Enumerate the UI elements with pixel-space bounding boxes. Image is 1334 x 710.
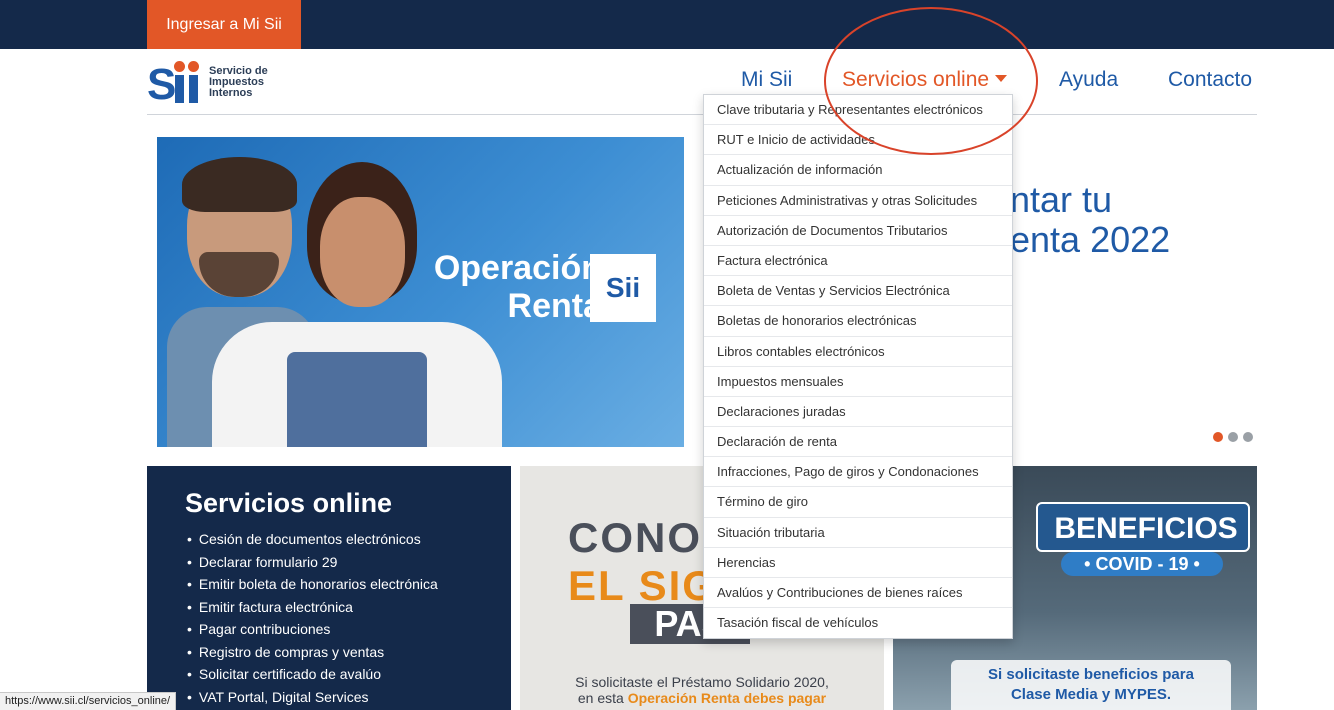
nav-servicios-online[interactable]: Servicios online <box>842 68 1008 92</box>
hero-side-line1: ntar tu <box>1010 179 1113 220</box>
status-bar-url: https://www.sii.cl/servicios_online/ <box>0 692 177 710</box>
mid-caption-highlight: Operación Renta debes pagar <box>627 690 827 706</box>
dropdown-item-factura[interactable]: Factura electrónica <box>704 246 1012 277</box>
servicios-list-item[interactable]: Registro de compras y ventas <box>187 641 438 664</box>
servicios-list-item[interactable]: VAT Portal, Digital Services <box>187 686 438 709</box>
sii-logo-mark: S <box>147 59 203 109</box>
beneficios-title: BENEFICIOS <box>1054 512 1238 545</box>
dropdown-item-situacion-tributaria[interactable]: Situación tributaria <box>704 518 1012 548</box>
dropdown-item-termino-giro[interactable]: Término de giro <box>704 487 1012 518</box>
nav-ayuda[interactable]: Ayuda <box>1059 68 1118 92</box>
mid-caption: Si solicitaste el Préstamo Solidario 202… <box>520 674 884 706</box>
caret-down-icon <box>995 74 1008 82</box>
dropdown-item-impuestos-mensuales[interactable]: Impuestos mensuales <box>704 367 1012 397</box>
logo-line2: Impuestos <box>209 75 265 88</box>
dropdown-item-boletas-honorarios[interactable]: Boletas de honorarios electrónicas <box>704 306 1012 337</box>
servicios-list: Cesión de documentos electrónicos Declar… <box>187 528 438 708</box>
nav-contacto[interactable]: Contacto <box>1168 68 1252 92</box>
logo-text: Servicio de Impuestos Internos <box>209 64 268 99</box>
dropdown-item-rut-inicio[interactable]: RUT e Inicio de actividades <box>704 125 1012 156</box>
dropdown-item-declaracion-renta[interactable]: Declaración de renta <box>704 427 1012 458</box>
logo-dot2 <box>188 61 199 72</box>
logo-i1 <box>175 75 184 103</box>
hero-badge-text: Sii <box>605 272 641 303</box>
carousel-dot-1[interactable] <box>1213 432 1223 442</box>
mid-caption-prefix: en esta <box>577 690 628 706</box>
servicios-panel-title: Servicios online <box>185 488 393 518</box>
hero-banner[interactable]: Operación Renta Sii <box>157 137 684 447</box>
logo-line1: Servicio de <box>209 64 268 77</box>
hero-title-line2: Renta <box>507 287 602 325</box>
woman-apron <box>287 352 427 447</box>
hero-title: Operación Renta <box>402 249 602 325</box>
logo-i2 <box>189 75 198 103</box>
dropdown-item-peticiones[interactable]: Peticiones Administrativas y otras Solic… <box>704 186 1012 216</box>
beneficios-caption-line1: Si solicitaste beneficios para <box>988 666 1194 683</box>
mid-caption-line1: Si solicitaste el Préstamo Solidario 202… <box>575 674 829 690</box>
hero-title-line1: Operación <box>433 249 602 287</box>
dropdown-item-declaraciones-juradas[interactable]: Declaraciones juradas <box>704 397 1012 428</box>
dropdown-item-infracciones[interactable]: Infracciones, Pago de giros y Condonacio… <box>704 457 1012 488</box>
carousel-dot-2[interactable] <box>1228 432 1238 442</box>
dropdown-item-autorizacion[interactable]: Autorización de Documentos Tributarios <box>704 216 1012 246</box>
dropdown-item-boleta-ventas[interactable]: Boleta de Ventas y Servicios Electrónica <box>704 276 1012 307</box>
logo-dot1 <box>174 61 185 72</box>
servicios-list-item[interactable]: Declarar formulario 29 <box>187 551 438 574</box>
servicios-online-dropdown: Clave tributaria y Representantes electr… <box>703 94 1013 640</box>
dropdown-item-herencias[interactable]: Herencias <box>704 548 1012 578</box>
servicios-list-item[interactable]: Solicitar certificado de avalúo <box>187 663 438 686</box>
dropdown-item-clave-tributaria[interactable]: Clave tributaria y Representantes electr… <box>704 95 1012 126</box>
dropdown-item-libros-contables[interactable]: Libros contables electrónicos <box>704 337 1012 367</box>
sii-logo[interactable]: S Servicio de Impuestos Internos <box>147 58 268 109</box>
servicios-list-item[interactable]: Pagar contribuciones <box>187 618 438 641</box>
logo-s: S <box>147 60 177 109</box>
login-button[interactable]: Ingresar a Mi Sii <box>147 0 301 49</box>
hero-sii-badge: Sii <box>590 254 656 322</box>
hero-side-line2: enta 2022 <box>1010 219 1171 260</box>
dropdown-item-avaluos[interactable]: Avalúos y Contribuciones de bienes raíce… <box>704 578 1012 609</box>
carousel-dots <box>1213 432 1253 442</box>
covid-badge: • COVID - 19 • <box>1061 552 1223 576</box>
nav-servicios-label: Servicios online <box>842 68 990 91</box>
dropdown-item-actualizacion[interactable]: Actualización de información <box>704 155 1012 186</box>
logo-line3: Internos <box>209 86 253 99</box>
woman-head <box>320 197 405 307</box>
dropdown-item-tasacion-vehiculos[interactable]: Tasación fiscal de vehículos <box>704 608 1012 638</box>
servicios-online-panel: Servicios online Cesión de documentos el… <box>147 466 511 710</box>
carousel-dot-3[interactable] <box>1243 432 1253 442</box>
servicios-list-item[interactable]: Emitir boleta de honorarios electrónica <box>187 573 438 596</box>
beneficios-caption: Si solicitaste beneficios para Clase Med… <box>951 660 1231 710</box>
mid-caption-line2: en esta Operación Renta debes pagar <box>520 690 884 706</box>
servicios-list-item[interactable]: Emitir factura electrónica <box>187 596 438 619</box>
nav-divider <box>147 114 1257 115</box>
servicios-list-item[interactable]: Cesión de documentos electrónicos <box>187 528 438 551</box>
nav-mi-sii[interactable]: Mi Sii <box>741 68 792 92</box>
beneficios-caption-line2: Clase Media y MYPES. <box>1010 686 1172 703</box>
hero-side-text: ntar tu enta 2022 <box>1010 180 1170 260</box>
